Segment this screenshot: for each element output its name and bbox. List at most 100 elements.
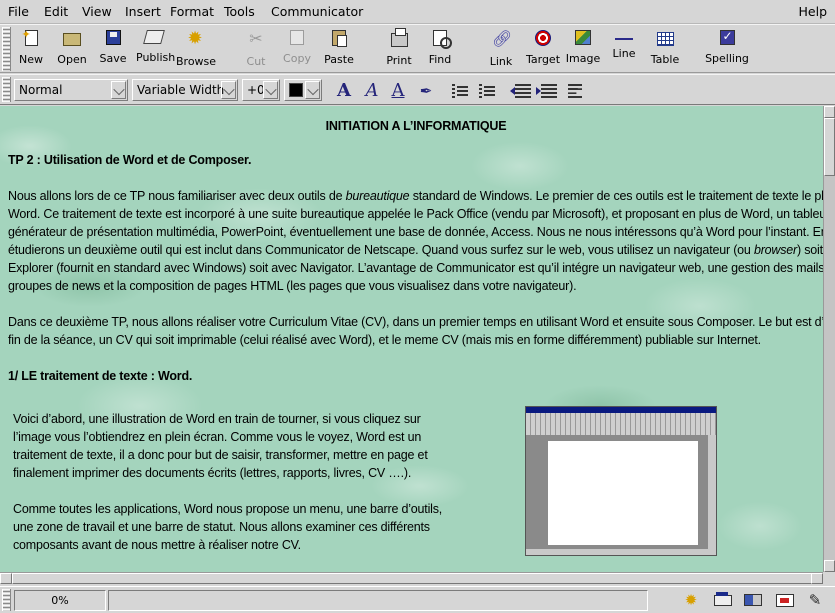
scroll-down-arrow-icon[interactable] bbox=[824, 560, 835, 572]
folder-icon bbox=[63, 33, 81, 46]
heading-tp2: TP 2 : Utilisation de Word et de Compose… bbox=[8, 153, 252, 167]
font-size-select[interactable]: +0 bbox=[242, 79, 280, 101]
spelling-button[interactable]: Spelling bbox=[705, 27, 749, 71]
cut-button[interactable]: ✂ Cut bbox=[240, 27, 272, 71]
menu-bar: File Edit View Insert Format Tools Commu… bbox=[0, 0, 835, 24]
browse-button[interactable]: ✹ Browse bbox=[176, 27, 217, 71]
line-button[interactable]: Line bbox=[607, 27, 641, 71]
image-button[interactable]: Image bbox=[565, 27, 601, 71]
menu-format[interactable]: Format bbox=[170, 4, 214, 19]
table-button[interactable]: Table bbox=[647, 27, 683, 71]
thumb-scrollbar bbox=[708, 435, 716, 549]
navigator-sun-icon: ✹ bbox=[187, 28, 203, 49]
menu-edit[interactable]: Edit bbox=[44, 4, 68, 19]
bold-button[interactable]: A bbox=[334, 81, 354, 101]
table-label: Table bbox=[650, 53, 680, 66]
thumb-toolbars bbox=[526, 413, 716, 435]
image-icon bbox=[575, 30, 591, 45]
underline-button[interactable]: A bbox=[388, 81, 408, 101]
numbered-list-icon[interactable] bbox=[479, 84, 495, 98]
clipboard-icon bbox=[332, 30, 347, 47]
indent-icon[interactable] bbox=[536, 84, 557, 98]
status-bar: 0% ✹ ✎ bbox=[0, 586, 835, 613]
menu-help[interactable]: Help bbox=[799, 4, 828, 19]
thumb-statusbar bbox=[526, 549, 716, 555]
document-editor[interactable]: INITIATION A L’INFORMATIQUE TP 2 : Utili… bbox=[0, 106, 823, 572]
text-line: l’image vous l’obtiendrez en plein écran… bbox=[13, 430, 422, 444]
clear-styles-icon[interactable]: ✒ bbox=[416, 81, 436, 101]
target-label: Target bbox=[525, 53, 561, 66]
spellcheck-icon bbox=[719, 29, 735, 45]
copy-button[interactable]: Copy bbox=[280, 27, 314, 71]
menu-view[interactable]: View bbox=[82, 4, 112, 19]
menu-insert[interactable]: Insert bbox=[125, 4, 161, 19]
word-screenshot-image[interactable] bbox=[525, 406, 717, 556]
font-select[interactable]: Variable Width bbox=[132, 79, 238, 101]
text-line: Voici d’abord, une illustration de Word … bbox=[13, 412, 421, 426]
text-line: Comme toutes les applications, Word nous… bbox=[13, 502, 443, 516]
text-line: une zone de travail et une barre de stat… bbox=[13, 520, 430, 534]
text-line: Word. Ce traitement de texte est incorpo… bbox=[8, 207, 823, 221]
text-line: générateur de présentation multimédia, P… bbox=[8, 225, 823, 239]
toolbar-grip[interactable] bbox=[2, 27, 11, 71]
text-line: composants avant de nous mettre à réalis… bbox=[13, 538, 301, 552]
scroll-right-arrow-icon[interactable] bbox=[811, 573, 823, 584]
spelling-label: Spelling bbox=[705, 52, 749, 65]
scroll-up-arrow-icon[interactable] bbox=[824, 106, 835, 118]
link-label: Link bbox=[489, 55, 513, 68]
font-value: Variable Width bbox=[137, 83, 225, 97]
status-bar-grip[interactable] bbox=[2, 589, 11, 611]
vertical-scroll-thumb[interactable] bbox=[824, 118, 835, 176]
browse-label: Browse bbox=[176, 55, 217, 68]
publish-button[interactable]: Publish bbox=[136, 27, 175, 71]
color-swatch bbox=[289, 83, 303, 97]
bullet-list-icon[interactable] bbox=[452, 84, 468, 98]
horizontal-scrollbar[interactable] bbox=[0, 572, 823, 584]
scroll-left-arrow-icon[interactable] bbox=[0, 573, 12, 584]
format-toolbar-grip[interactable] bbox=[2, 77, 11, 102]
newsgroups-icon[interactable] bbox=[744, 594, 762, 606]
page-title: INITIATION A L’INFORMATIQUE bbox=[325, 119, 507, 133]
text-color-picker[interactable] bbox=[284, 79, 322, 101]
italic-button[interactable]: A bbox=[362, 81, 382, 101]
composition-toolbar: ✦ New Open Save Publish ✹ Browse ✂ Cut C… bbox=[0, 24, 835, 73]
text-line: fin de la séance, un CV qui soit imprima… bbox=[8, 333, 761, 347]
outdent-icon[interactable] bbox=[510, 84, 531, 98]
edit-pen-icon[interactable]: ✎ bbox=[806, 592, 824, 608]
chevron-down-icon bbox=[221, 81, 236, 99]
menu-communicator[interactable]: Communicator bbox=[271, 4, 363, 19]
mail-icon[interactable] bbox=[714, 592, 732, 606]
target-button[interactable]: Target bbox=[524, 27, 562, 71]
print-label: Print bbox=[386, 54, 412, 67]
chevron-down-icon bbox=[305, 81, 320, 99]
magnifier-icon bbox=[433, 30, 452, 49]
composer-icon[interactable] bbox=[776, 594, 794, 607]
publish-icon bbox=[143, 30, 165, 44]
vertical-scrollbar[interactable] bbox=[823, 106, 835, 572]
navigator-sun-icon[interactable]: ✹ bbox=[682, 592, 700, 608]
new-label: New bbox=[19, 53, 43, 66]
chevron-down-icon bbox=[263, 81, 278, 99]
find-button[interactable]: Find bbox=[423, 27, 457, 71]
table-icon bbox=[656, 32, 674, 46]
open-button[interactable]: Open bbox=[55, 27, 89, 71]
menu-tools[interactable]: Tools bbox=[224, 4, 255, 19]
paste-label: Paste bbox=[324, 53, 354, 66]
paste-button[interactable]: Paste bbox=[322, 27, 356, 71]
print-button[interactable]: Print bbox=[382, 27, 416, 71]
open-label: Open bbox=[57, 53, 87, 66]
copy-icon bbox=[290, 30, 304, 45]
alignment-icon[interactable] bbox=[568, 84, 582, 98]
menu-file[interactable]: File bbox=[8, 4, 29, 19]
image-label: Image bbox=[565, 52, 601, 65]
new-button[interactable]: ✦ New bbox=[14, 27, 48, 71]
text-line: traitement de texte, il a donc pour but … bbox=[13, 448, 428, 462]
printer-icon bbox=[390, 28, 408, 47]
paragraph-style-select[interactable]: Normal bbox=[14, 79, 128, 101]
horizontal-scroll-thumb[interactable] bbox=[12, 573, 812, 584]
save-button[interactable]: Save bbox=[96, 27, 130, 71]
floppy-disk-icon bbox=[105, 30, 121, 45]
text-line: Nous allons lors de ce TP nous familiari… bbox=[8, 189, 823, 203]
link-button[interactable]: 🔗︎ Link bbox=[484, 27, 518, 71]
text-line: groupes de news et la composition de pag… bbox=[8, 279, 577, 293]
